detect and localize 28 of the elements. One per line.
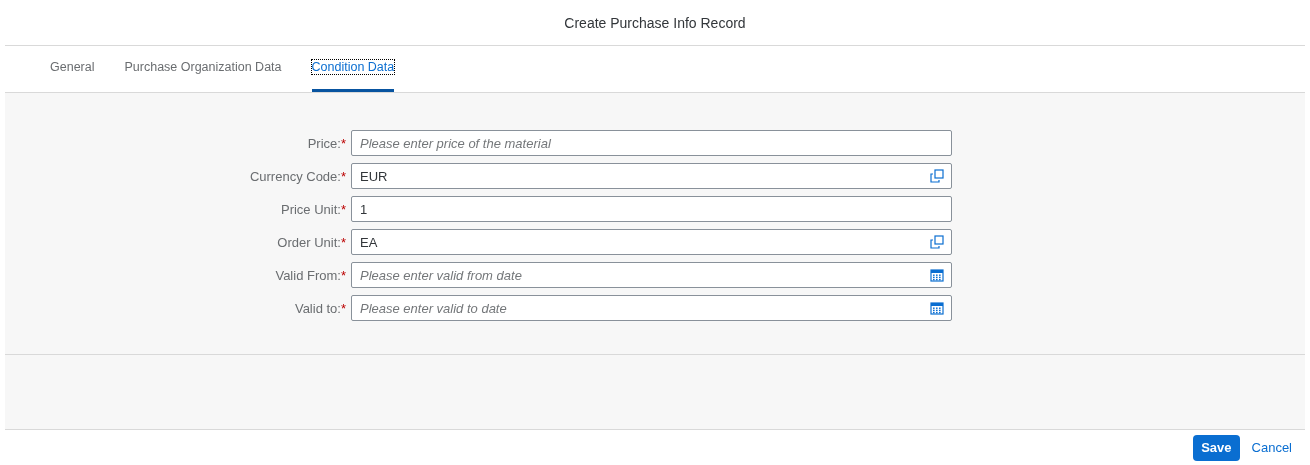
tab[interactable]: Condition Data bbox=[311, 46, 395, 92]
save-button[interactable]: Save bbox=[1193, 434, 1240, 461]
date-field[interactable]: Please enter valid from date bbox=[351, 262, 952, 288]
window-title: Create Purchase Info Record bbox=[564, 14, 746, 31]
value-help-icon[interactable] bbox=[930, 235, 944, 249]
value-help-icon[interactable] bbox=[930, 169, 944, 183]
field-label: Currency Code: bbox=[249, 168, 341, 184]
field-label: Price Unit: bbox=[280, 201, 341, 217]
field-label: Valid to: bbox=[294, 300, 341, 316]
required-marker: * bbox=[340, 300, 346, 316]
tab[interactable]: Purchase Organization Data bbox=[124, 46, 282, 92]
required-marker: * bbox=[340, 201, 346, 217]
calendar-icon[interactable] bbox=[930, 301, 944, 315]
required-marker: * bbox=[340, 234, 346, 250]
calendar-icon[interactable] bbox=[930, 268, 944, 282]
input-field[interactable]: Please enter price of the material bbox=[351, 130, 952, 156]
required-marker: * bbox=[340, 168, 346, 184]
field-label: Price: bbox=[307, 135, 341, 151]
date-field[interactable]: Please enter valid to date bbox=[351, 295, 952, 321]
input-field[interactable]: EA bbox=[351, 229, 952, 255]
input-field[interactable]: 1 bbox=[351, 196, 952, 222]
required-marker: * bbox=[340, 135, 346, 151]
input-field[interactable]: EUR bbox=[351, 163, 952, 189]
field-label: Valid From: bbox=[275, 267, 341, 283]
field-label: Order Unit: bbox=[277, 234, 341, 250]
tab[interactable]: General bbox=[50, 46, 95, 92]
required-marker: * bbox=[340, 267, 346, 283]
cancel-button[interactable]: Cancel bbox=[1243, 434, 1300, 461]
